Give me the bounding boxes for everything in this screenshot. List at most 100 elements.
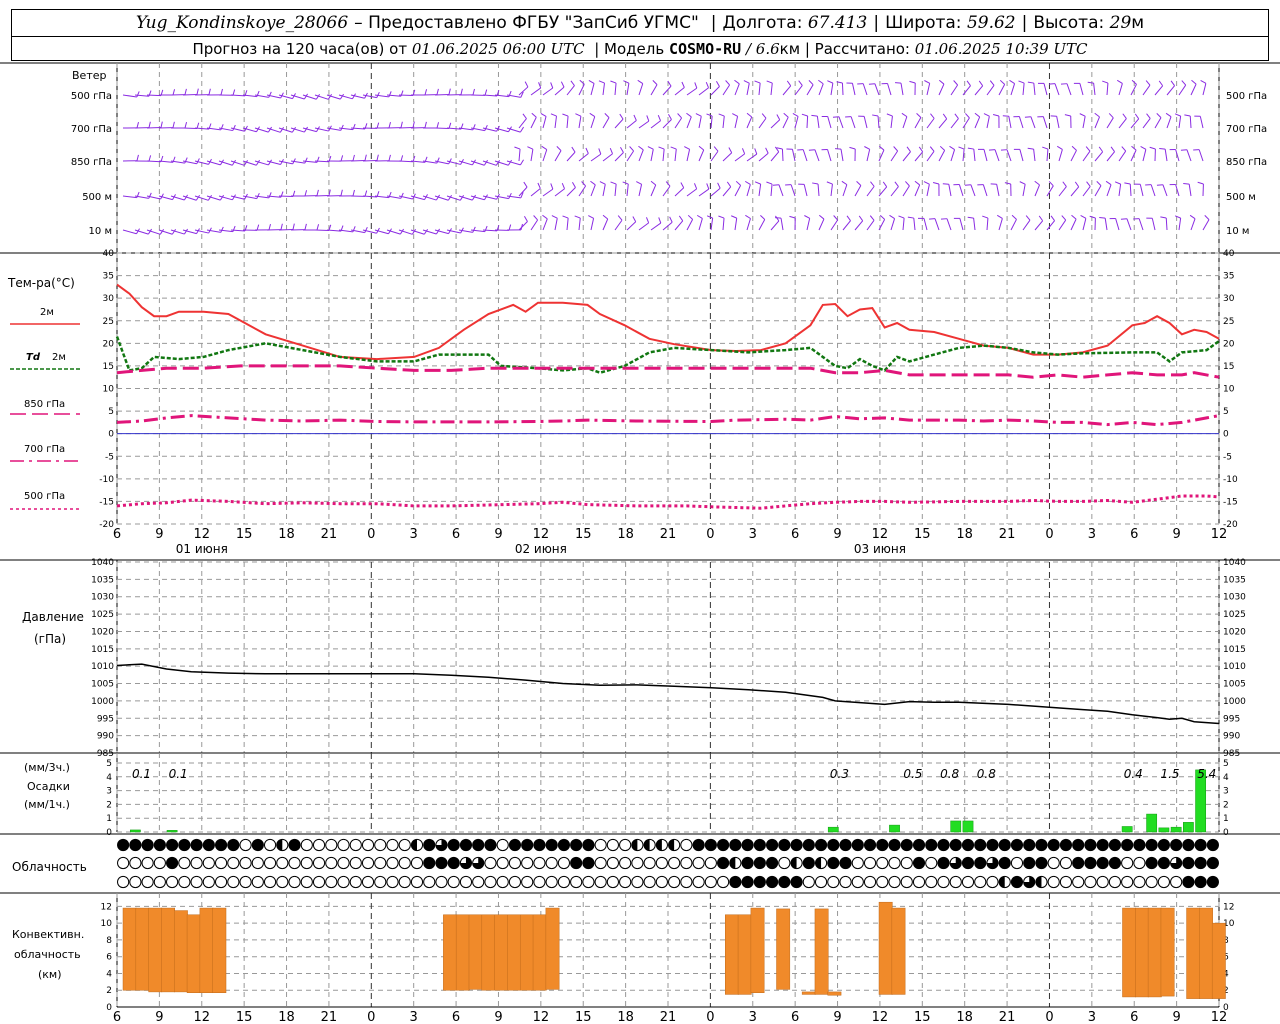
cloud-cover-circle	[533, 838, 546, 852]
wind-barb-flag	[1098, 146, 1104, 153]
wind-barb	[890, 186, 899, 197]
wind-barb	[1165, 217, 1168, 231]
wind-barb-flag	[171, 228, 177, 235]
wind-barb-flag	[989, 80, 995, 86]
wind-barb-flag	[637, 79, 644, 85]
wind-barb-flag	[898, 215, 905, 219]
wind-barb-flag	[562, 215, 569, 219]
cloud-cover-circle	[765, 875, 779, 889]
wind-barb-flag	[893, 146, 898, 152]
wind-barb-flag	[400, 155, 404, 162]
wind-barb	[1130, 149, 1137, 162]
cloud-cover-circle	[374, 875, 387, 889]
cloud-cover-circle	[1157, 856, 1171, 870]
time-tick-label: 9	[155, 527, 163, 542]
wind-barb-flag	[932, 182, 940, 185]
cloud-cover-circle	[1145, 875, 1158, 889]
wind-barb	[674, 87, 685, 96]
wind-barb	[1166, 116, 1172, 129]
wind-barb	[614, 184, 617, 197]
wind-barb	[1066, 83, 1072, 96]
wind-barb-flag	[574, 215, 581, 219]
cloud-cover-circle	[202, 875, 215, 889]
wind-barb	[1094, 151, 1104, 162]
wind-barb	[1079, 83, 1084, 96]
wind-barb-flag	[531, 112, 537, 118]
precip-ytick-left: 4	[106, 773, 112, 783]
wind-barb-flag	[914, 180, 920, 186]
wind-barb	[902, 116, 908, 129]
wind-barb-flag	[858, 215, 864, 222]
wind-barb-flag	[1124, 182, 1131, 185]
temp-ytick-right: 10	[1223, 385, 1235, 395]
time-tick-label: 3	[1088, 527, 1096, 542]
wind-barb-flag	[542, 214, 548, 220]
bottom-time-tick-label: 15	[236, 1010, 253, 1024]
wind-barb-flag	[992, 114, 1000, 117]
bottom-time-tick-label: 18	[617, 1010, 634, 1024]
wind-barb-flag	[717, 182, 721, 189]
wind-barb	[926, 118, 935, 129]
cloud-cover-circle	[753, 875, 766, 889]
wind-barb	[1162, 184, 1168, 197]
cloud-cover-circle	[582, 856, 595, 870]
wind-barb	[902, 218, 905, 231]
wind-barb-flag	[841, 180, 848, 186]
cloud-cover-circle	[888, 838, 901, 852]
wind-barb	[770, 151, 780, 162]
temp-ytick-left: 0	[108, 430, 114, 440]
wind-barb-flag	[1189, 214, 1196, 220]
wind-barb	[900, 83, 904, 96]
wind-barb-flag	[232, 225, 236, 232]
wind-barb	[542, 218, 548, 231]
cloud-cover-circle	[680, 875, 693, 889]
convective-bar	[135, 907, 150, 991]
wind-barb	[1070, 218, 1077, 231]
wind-barb	[1130, 118, 1140, 129]
temp-ytick-right: 35	[1223, 272, 1234, 282]
wind-barb	[1142, 118, 1151, 129]
time-tick-label: 3	[749, 527, 757, 542]
cloud-cover-circle	[912, 856, 926, 870]
cloud-cover-circle	[1133, 856, 1146, 870]
cloud-cover-half	[656, 839, 662, 851]
wind-barb-flag	[388, 154, 391, 161]
wind-barb	[938, 83, 945, 96]
cloud-cover-circle	[1096, 856, 1109, 870]
cloud-cover-circle	[802, 838, 815, 852]
wind-barb-flag	[783, 112, 789, 118]
wind-barb-flag	[1056, 145, 1063, 150]
wind-barb-flag	[754, 80, 761, 84]
wind-barb	[578, 116, 582, 129]
precip-total: 0.3	[830, 767, 849, 781]
legend-label-t2m: 2м	[40, 307, 54, 318]
wind-barb-flag	[833, 215, 838, 221]
wind-barb-flag	[1086, 181, 1091, 187]
wind-barb-flag	[291, 126, 297, 133]
wind-barb	[602, 153, 613, 162]
cloud-cover-circle	[594, 875, 607, 889]
cloud-cover-circle	[227, 838, 240, 852]
cloud-cover-circle	[729, 838, 742, 852]
wind-barb	[1202, 219, 1210, 231]
cloud-cover-circle	[582, 875, 595, 889]
wind-barb	[962, 117, 970, 129]
wind-barb	[914, 184, 921, 197]
legend-label-t500: 500 гПа	[24, 491, 65, 502]
bottom-time-tick-label: 6	[791, 1010, 799, 1024]
wind-barb	[827, 116, 832, 129]
wind-barb	[710, 116, 713, 129]
wind-barb	[314, 229, 330, 232]
wind-barb	[923, 218, 928, 231]
wind-barb	[830, 83, 834, 96]
wind-barb	[986, 217, 989, 231]
wind-barb	[926, 150, 935, 162]
wind-barb	[1058, 219, 1067, 231]
wind-barb-flag	[364, 226, 368, 233]
wind-barb	[698, 87, 709, 96]
wind-barb-flag	[870, 181, 875, 187]
cloud-cover-circle	[141, 856, 154, 870]
cloud-cover-circle	[790, 838, 803, 852]
wind-barb	[1034, 184, 1040, 197]
pressure-ytick-right: 995	[1223, 714, 1240, 724]
